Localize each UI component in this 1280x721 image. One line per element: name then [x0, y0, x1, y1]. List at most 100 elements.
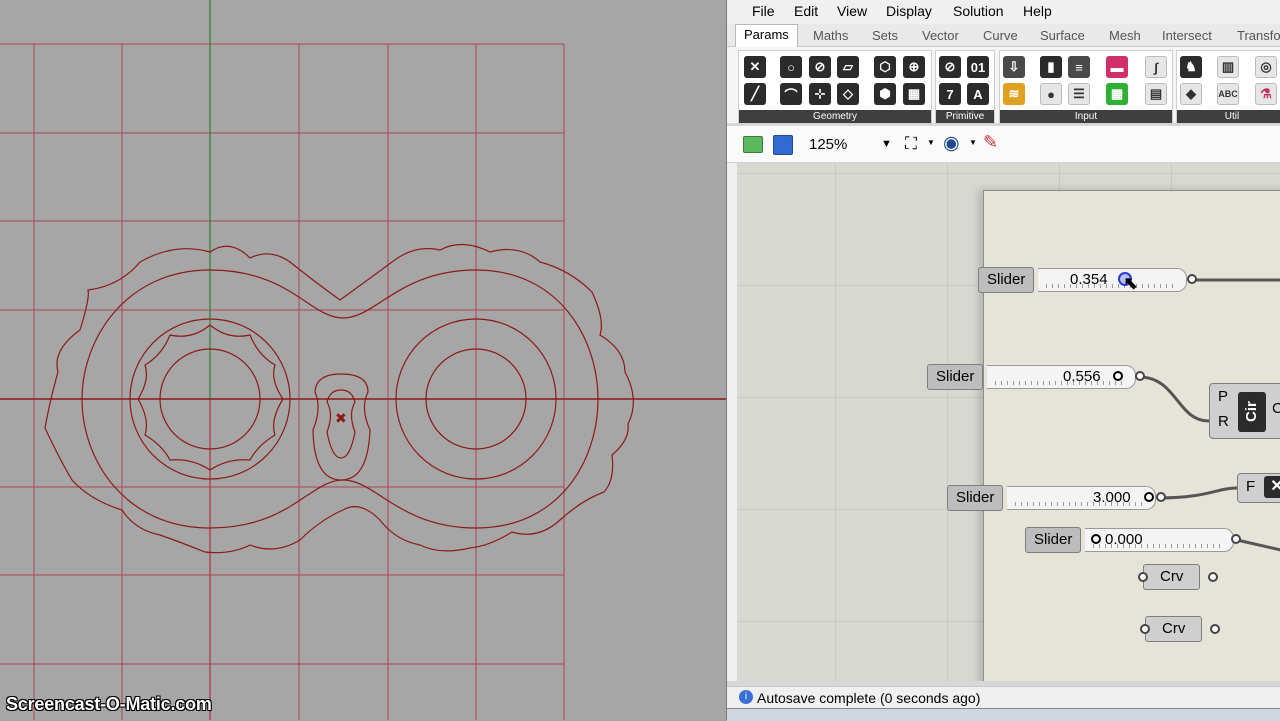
slider-1-output[interactable]	[1187, 274, 1197, 284]
circle-input-p[interactable]: P	[1218, 388, 1228, 405]
slider-2-grip[interactable]	[1113, 371, 1123, 381]
slider-3[interactable]: Slider 3.000	[947, 485, 1166, 511]
tab-maths[interactable]: Maths	[813, 28, 848, 43]
box-param-icon[interactable]: ⬡	[874, 56, 896, 78]
point-param-icon[interactable]: ⊹	[809, 83, 831, 105]
menu-file[interactable]: File	[752, 3, 775, 19]
tab-curve[interactable]: Curve	[983, 28, 1018, 43]
tab-intersect[interactable]: Intersect	[1162, 28, 1212, 43]
sketch-brush-icon[interactable]: ✎	[983, 132, 998, 153]
tab-vector[interactable]: Vector	[922, 28, 959, 43]
gradient-icon[interactable]: ▬	[1106, 56, 1128, 78]
plane-param-icon[interactable]: ◇	[837, 83, 859, 105]
tab-params[interactable]: Params	[735, 24, 798, 48]
menu-edit[interactable]: Edit	[794, 3, 818, 19]
tab-mesh[interactable]: Mesh	[1109, 28, 1141, 43]
zoom-extents-icon[interactable]: ⛶	[905, 134, 917, 154]
spellcheck-icon[interactable]: ABC	[1217, 83, 1239, 105]
curve-param-label-1: Crv	[1160, 568, 1184, 585]
palette-icon[interactable]: ▤	[1145, 83, 1167, 105]
value-list-icon[interactable]: ☰	[1068, 83, 1090, 105]
slider-4-grip[interactable]	[1091, 534, 1101, 544]
slider-3-label: Slider	[947, 485, 1004, 511]
surface-param-icon[interactable]: ▱	[837, 56, 859, 78]
slider-2-output[interactable]	[1135, 371, 1145, 381]
status-text: Autosave complete (0 seconds ago)	[757, 690, 981, 706]
curve-node-2-input[interactable]	[1140, 624, 1150, 634]
slider-3-output[interactable]	[1156, 492, 1166, 502]
geometry-param-icon[interactable]: ✕	[744, 56, 766, 78]
curve-node-1-input[interactable]	[1138, 572, 1148, 582]
component-tabs: Params Maths Sets Vector Curve Surface M…	[727, 24, 1280, 48]
image-sampler-icon[interactable]: ≋	[1003, 83, 1025, 105]
group-geometry: ✕ ○ ⊘ ▱ ⬡ ⊕ ╱ ⌒ ⊹ ◇ ⬢ ▦ Geometry	[738, 50, 932, 124]
matrix-icon[interactable]: ▦	[1106, 83, 1128, 105]
slider-2[interactable]: Slider 0.556	[927, 364, 1145, 390]
chart-icon[interactable]: ◆	[1180, 83, 1202, 105]
integer-param-icon[interactable]: 01	[967, 56, 989, 78]
preview-dropdown-icon[interactable]: ▼	[969, 138, 977, 147]
boolean-param-icon[interactable]: ⊘	[939, 56, 961, 78]
open-file-icon[interactable]	[743, 136, 763, 153]
button-icon[interactable]: ●	[1040, 83, 1062, 105]
arc-param-icon[interactable]: ⌒	[780, 83, 802, 105]
mouse-cursor-icon: ⬉	[1123, 273, 1139, 293]
panel-icon[interactable]: ▮	[1040, 56, 1062, 78]
mesh-param-icon[interactable]: ⊕	[903, 56, 925, 78]
swatch-icon[interactable]: ▥	[1217, 56, 1239, 78]
tab-surface[interactable]: Surface	[1040, 28, 1085, 43]
slider-3-track[interactable]: 3.000	[1007, 486, 1156, 510]
slider-4-track[interactable]: 0.000	[1085, 528, 1234, 552]
slider-3-grip[interactable]	[1144, 492, 1154, 502]
slider-1[interactable]: Slider 0.354 ⬉	[978, 267, 1197, 293]
circle-output-c[interactable]: C	[1272, 400, 1280, 417]
flask-icon[interactable]: ⚗	[1255, 83, 1277, 105]
rhino-viewport[interactable]: ✖ Screencast-O-Matic.com	[0, 0, 726, 720]
curve-node-2-output[interactable]	[1210, 624, 1220, 634]
circle-component[interactable]: P R Cir C	[1209, 383, 1280, 439]
group-param-icon[interactable]: ▦	[903, 83, 925, 105]
zoom-dropdown-icon[interactable]: ▼	[881, 138, 892, 150]
group-label-input: Input	[1000, 110, 1172, 123]
slider-2-ticks	[995, 381, 1125, 385]
menu-help[interactable]: Help	[1023, 3, 1052, 19]
tab-transform[interactable]: Transfo	[1237, 28, 1280, 43]
zoom-extents-dropdown-icon[interactable]: ▼	[927, 138, 935, 147]
circle-param-icon[interactable]: ○	[780, 56, 802, 78]
import-icon[interactable]: ⇩	[1003, 56, 1025, 78]
group-util: ♞ ▥ ◎ ◆ ABC ⚗ Util	[1176, 50, 1280, 124]
slider-input-icon[interactable]: ≡	[1068, 56, 1090, 78]
menu-view[interactable]: View	[837, 3, 867, 19]
save-file-icon[interactable]	[773, 135, 793, 155]
slider-4[interactable]: Slider 0.000	[1025, 527, 1241, 553]
function-input-f[interactable]: F	[1246, 478, 1255, 495]
slider-1-label: Slider	[978, 267, 1035, 293]
preview-eye-icon[interactable]: ◉	[943, 132, 960, 155]
brep-param-icon[interactable]: ⬢	[874, 83, 896, 105]
slider-4-output[interactable]	[1231, 534, 1241, 544]
multiply-icon: ✕	[1264, 476, 1280, 498]
slider-4-value: 0.000	[1105, 531, 1143, 548]
circle-icon: Cir	[1238, 392, 1266, 432]
group-primitive: ⊘ 01 7 A Primitive	[935, 50, 995, 124]
galapagos-icon[interactable]: ♞	[1180, 56, 1202, 78]
menu-solution[interactable]: Solution	[953, 3, 1004, 19]
function-component[interactable]: F ✕	[1237, 473, 1280, 503]
number-param-icon[interactable]: 7	[939, 83, 961, 105]
menu-bar: File Edit View Display Solution Help	[727, 0, 1280, 24]
menu-display[interactable]: Display	[886, 3, 932, 19]
curve-param-node-1[interactable]: Crv	[1143, 564, 1201, 590]
tab-sets[interactable]: Sets	[872, 28, 898, 43]
line-param-icon[interactable]: ╱	[744, 83, 766, 105]
slider-2-value: 0.556	[1063, 368, 1101, 385]
curve-param-node-2[interactable]: Crv	[1145, 616, 1203, 642]
circle-input-r[interactable]: R	[1218, 413, 1229, 430]
slider-1-track[interactable]: 0.354	[1038, 268, 1187, 292]
text-param-icon[interactable]: A	[967, 83, 989, 105]
zoom-level[interactable]: 125%	[809, 136, 847, 153]
cluster-icon[interactable]: ◎	[1255, 56, 1277, 78]
curve-param-icon[interactable]: ⊘	[809, 56, 831, 78]
graph-mapper-icon[interactable]: ∫	[1145, 56, 1167, 78]
curve-node-1-output[interactable]	[1208, 572, 1218, 582]
grasshopper-canvas[interactable]: Slider 0.354 ⬉ Slider 0.556 P R Cir C Sl…	[737, 163, 1280, 681]
